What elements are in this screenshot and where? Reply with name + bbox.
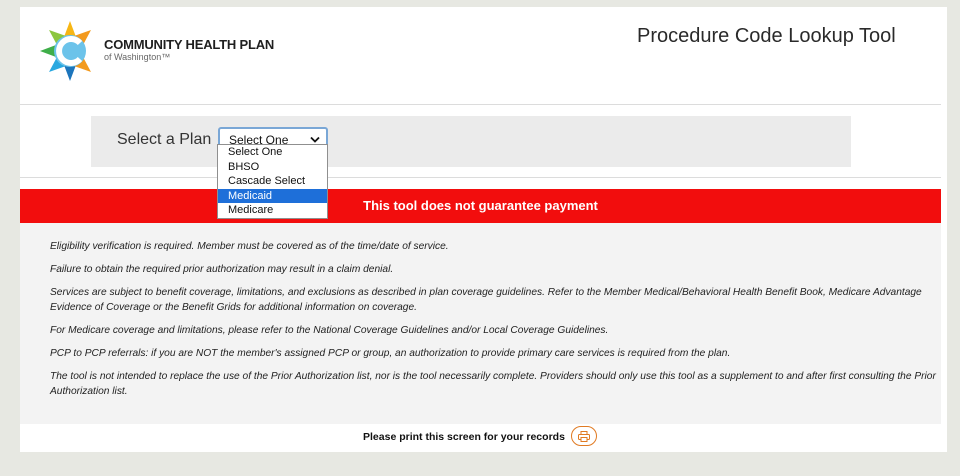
- plan-option-medicare[interactable]: Medicare: [218, 203, 327, 218]
- plan-divider: [20, 177, 941, 178]
- note-tool-disclaimer: The tool is not intended to replace the …: [50, 371, 936, 397]
- print-button[interactable]: [571, 426, 597, 446]
- plan-selector-row: Select a Plan Select One: [91, 116, 851, 167]
- logo-mark-icon: [40, 21, 91, 81]
- note-eligibility: Eligibility verification is required. Me…: [50, 241, 449, 252]
- printer-icon: [578, 431, 590, 442]
- header-divider: [20, 104, 941, 105]
- header: COMMUNITY HEALTH PLAN of Washington™ Pro…: [20, 7, 947, 104]
- plan-option-medicaid[interactable]: Medicaid: [218, 188, 327, 203]
- plan-dropdown-list: Select One BHSO Cascade Select Medicaid …: [217, 144, 328, 219]
- page-container: COMMUNITY HEALTH PLAN of Washington™ Pro…: [20, 7, 947, 452]
- logo-wordmark: COMMUNITY HEALTH PLAN of Washington™: [104, 37, 275, 63]
- note-pcp-referrals: PCP to PCP referrals: if you are NOT the…: [50, 348, 731, 359]
- print-row: Please print this screen for your record…: [20, 426, 941, 450]
- print-instruction: Please print this screen for your record…: [363, 431, 565, 443]
- plan-option-bhso[interactable]: BHSO: [218, 160, 327, 175]
- logo-line1: COMMUNITY HEALTH PLAN: [104, 37, 275, 52]
- page-title: Procedure Code Lookup Tool: [637, 25, 896, 47]
- plan-option-select-one[interactable]: Select One: [218, 145, 327, 160]
- note-benefit-coverage: Services are subject to benefit coverage…: [50, 287, 922, 313]
- note-prior-auth: Failure to obtain the required prior aut…: [50, 264, 394, 275]
- notes-panel: Eligibility verification is required. Me…: [20, 223, 941, 424]
- plan-option-cascade-select[interactable]: Cascade Select: [218, 174, 327, 189]
- note-medicare: For Medicare coverage and limitations, p…: [50, 325, 609, 336]
- chevron-down-icon: [310, 136, 320, 143]
- warning-banner: This tool does not guarantee payment: [20, 189, 941, 223]
- logo-line2: of Washington™: [104, 52, 171, 62]
- plan-label: Select a Plan: [117, 131, 212, 148]
